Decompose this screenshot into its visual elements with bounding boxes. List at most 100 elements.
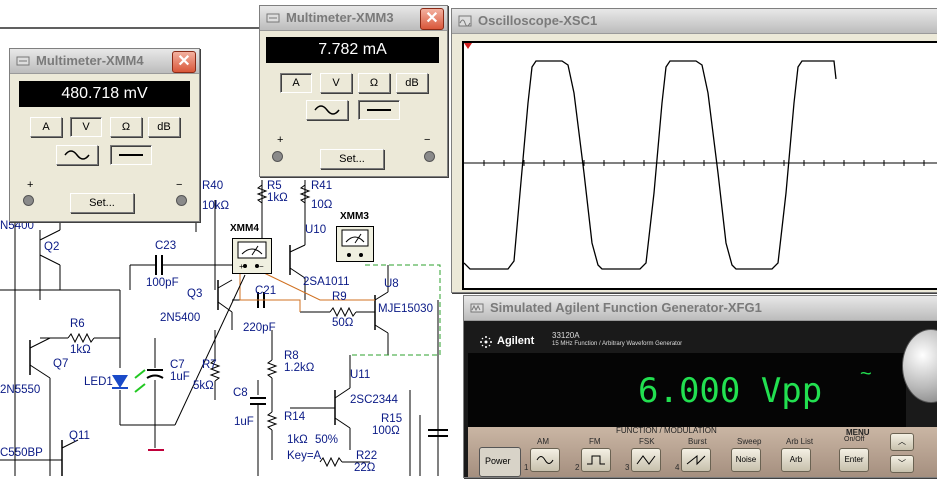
num-label-1: 1	[524, 463, 529, 472]
chevron-down-icon: ﹀	[898, 459, 906, 468]
label-u11: U11	[350, 369, 371, 381]
xmm4-symbol[interactable]: + −	[232, 238, 272, 274]
close-button[interactable]: ✕	[420, 8, 444, 30]
square-wave-button[interactable]	[581, 448, 611, 472]
burst-label: Burst	[688, 437, 707, 446]
label-r14-value: 1kΩ	[287, 434, 308, 446]
ac-mode-button[interactable]	[306, 100, 348, 120]
label-r14: R14	[284, 411, 306, 423]
negative-terminal[interactable]	[424, 151, 435, 162]
dc-mode-button[interactable]	[110, 145, 152, 165]
window-title: Multimeter-XMM4	[36, 53, 144, 68]
window-title: Simulated Agilent Function Generator-XFG…	[490, 300, 762, 315]
label-r5: R5	[267, 180, 282, 192]
svg-text:−: −	[259, 262, 264, 271]
vfd-display: 6.000 Vpp ~	[468, 353, 906, 427]
label-r41: R41	[311, 180, 333, 192]
enter-button[interactable]: Enter	[839, 448, 869, 472]
minus-label: −	[176, 179, 183, 191]
triangle-wave-button[interactable]	[631, 448, 661, 472]
label-c8: C8	[233, 387, 248, 399]
dc-mode-button[interactable]	[358, 100, 400, 120]
xmm3-symbol[interactable]	[336, 226, 374, 262]
label-c23: C23	[155, 240, 177, 252]
label-u11-part: 2SC2344	[350, 394, 398, 406]
plus-label: +	[277, 134, 284, 146]
set-button[interactable]: Set...	[320, 149, 384, 169]
reading-display: 7.782 mA	[266, 37, 439, 63]
ac-mode-button[interactable]	[56, 145, 98, 165]
chevron-up-icon: ︿	[898, 437, 906, 446]
agilent-logo-icon	[480, 336, 492, 348]
ohms-button[interactable]: Ω	[110, 117, 142, 137]
label-r40: R40	[202, 180, 224, 192]
instrument-front-panel: Agilent 33120A 15 MHz Function / Arbitra…	[464, 321, 937, 477]
label-r6: R6	[70, 318, 85, 330]
label-r5-value: 1kΩ	[267, 192, 288, 204]
sine-wave-button[interactable]	[530, 448, 560, 472]
label-xmm4: XMM4	[230, 223, 259, 234]
title-bar[interactable]: Multimeter-XMM3 ✕	[260, 6, 447, 31]
label-r15: R15	[381, 413, 403, 425]
label-c8-value: 1uF	[234, 416, 254, 428]
title-bar[interactable]: Oscilloscope-XSC1	[452, 9, 937, 34]
power-button[interactable]: Power	[479, 447, 521, 477]
multisim-icon	[16, 56, 30, 66]
negative-terminal[interactable]	[176, 195, 187, 206]
oscilloscope-window[interactable]: Oscilloscope-XSC1	[451, 8, 937, 293]
ac-wave-icon	[64, 150, 90, 160]
amps-button[interactable]: A	[280, 73, 312, 93]
down-arrow-button[interactable]: ﹀	[890, 455, 914, 473]
label-r15-value: 100Ω	[372, 425, 400, 437]
db-button[interactable]: dB	[148, 117, 180, 137]
positive-terminal[interactable]	[23, 195, 34, 206]
plus-label: +	[27, 179, 34, 191]
set-button[interactable]: Set...	[70, 193, 134, 213]
label-r6-value: 1kΩ	[70, 344, 91, 356]
brand-label: Agilent	[497, 335, 535, 347]
amps-button[interactable]: A	[30, 117, 62, 137]
sine-indicator-icon: ~	[860, 363, 872, 385]
scope-screen[interactable]	[462, 41, 937, 290]
arb-button[interactable]: Arb	[781, 448, 811, 472]
label-c7: C7	[170, 359, 185, 371]
dc-line-icon	[119, 154, 143, 156]
ramp-wave-button[interactable]	[681, 448, 711, 472]
title-bar[interactable]: Simulated Agilent Function Generator-XFG…	[464, 296, 937, 321]
function-modulation-label: FUNCTION / MODULATION	[616, 426, 717, 435]
up-arrow-button[interactable]: ︿	[890, 433, 914, 451]
positive-terminal[interactable]	[272, 151, 283, 162]
close-button[interactable]: ✕	[172, 51, 196, 73]
label-led1: LED1	[84, 376, 113, 388]
volts-button[interactable]: V	[70, 117, 102, 137]
trigger-marker	[464, 43, 472, 49]
label-q11: Q11	[69, 430, 90, 442]
close-icon: ✕	[177, 53, 191, 70]
label-q7: Q7	[53, 358, 69, 370]
label-r14-percent: 50%	[315, 434, 339, 446]
label-u10-part: 2SA1011	[303, 276, 350, 288]
num-label-4: 4	[675, 463, 680, 472]
noise-button[interactable]: Noise	[731, 448, 761, 472]
function-generator-window[interactable]: Simulated Agilent Function Generator-XFG…	[463, 295, 937, 478]
fm-label: FM	[589, 437, 601, 446]
arblist-label: Arb List	[786, 437, 814, 446]
subtitle-label: 15 MHz Function / Arbitrary Waveform Gen…	[552, 341, 683, 347]
multimeter-xmm3-window[interactable]: Multimeter-XMM3 ✕ 7.782 mA A V Ω dB + − …	[259, 5, 448, 177]
rotary-knob[interactable]	[902, 329, 937, 403]
label-r9: R9	[332, 291, 347, 303]
meter-icon	[341, 229, 369, 257]
close-icon: ✕	[425, 10, 439, 27]
label-c21-value: 220pF	[243, 322, 276, 334]
reading-display: 480.718 mV	[19, 81, 190, 107]
label-q2: Q2	[44, 241, 60, 253]
volts-button[interactable]: V	[320, 73, 352, 93]
db-button[interactable]: dB	[396, 73, 428, 93]
ohms-button[interactable]: Ω	[358, 73, 390, 93]
sweep-label: Sweep	[737, 437, 762, 446]
multimeter-xmm4-window[interactable]: Multimeter-XMM4 ✕ 480.718 mV A V Ω dB + …	[9, 48, 200, 222]
title-bar[interactable]: Multimeter-XMM4 ✕	[10, 49, 199, 74]
label-r14-key: Key=A	[287, 450, 322, 462]
ac-wave-icon	[314, 105, 340, 115]
function-generator-icon	[470, 303, 484, 313]
